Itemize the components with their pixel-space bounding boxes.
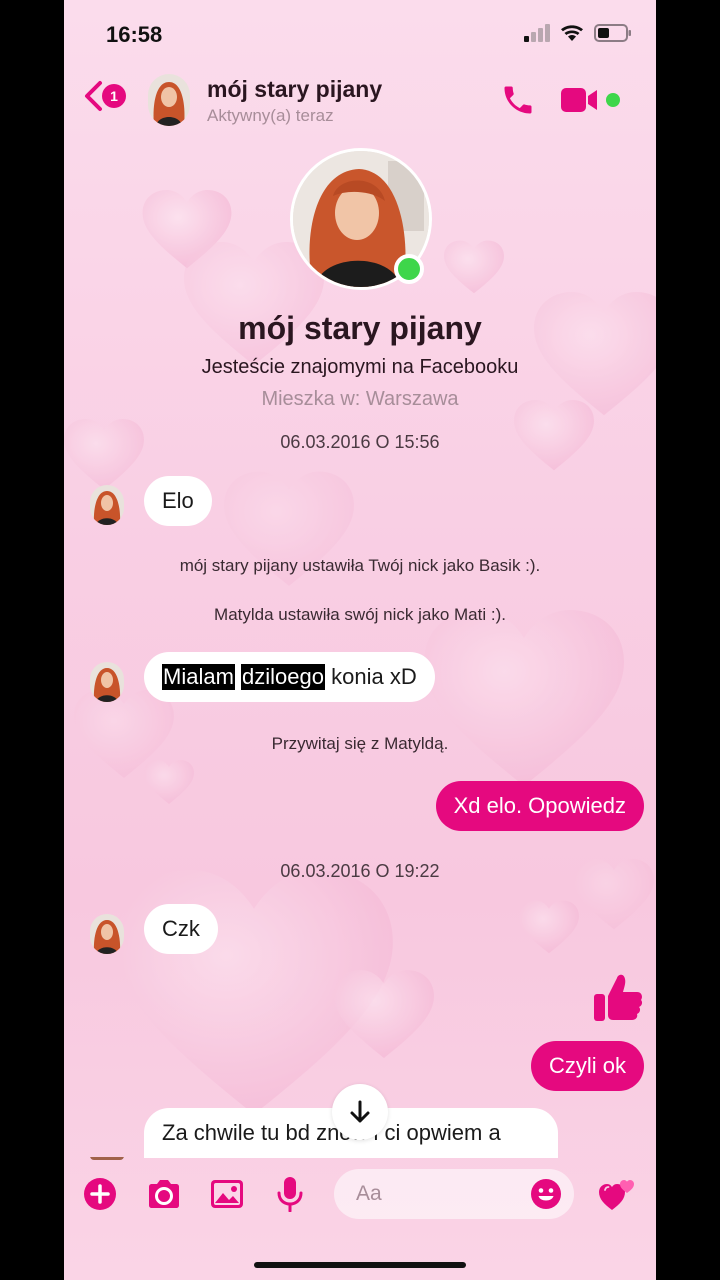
message-incoming[interactable]: Czk bbox=[144, 904, 218, 954]
avatar[interactable] bbox=[90, 1152, 124, 1160]
timestamp: 06.03.2016 O 15:56 bbox=[280, 432, 440, 452]
back-chevron-icon bbox=[85, 81, 102, 111]
status-bar: 16:58 bbox=[64, 0, 656, 70]
thumbs-up-icon bbox=[594, 974, 643, 1021]
system-message: mój stary pijany ustawiła Twój nick jako… bbox=[179, 556, 541, 575]
profile-online-indicator bbox=[394, 254, 424, 284]
phone-icon bbox=[504, 86, 532, 114]
voice-message-button[interactable] bbox=[270, 1174, 310, 1214]
quick-reaction-button[interactable] bbox=[598, 1176, 636, 1217]
contact-status: Aktywny(a) teraz bbox=[207, 106, 334, 125]
composer bbox=[64, 1160, 656, 1230]
message-incoming[interactable]: Elo bbox=[144, 476, 212, 526]
profile-city-line: Mieszka w: Warszawa bbox=[261, 388, 459, 410]
gallery-button[interactable] bbox=[207, 1174, 247, 1214]
status-icons bbox=[524, 24, 632, 42]
profile-friends-line: Jesteście znajomymi na Facebooku bbox=[201, 356, 519, 378]
home-indicator bbox=[254, 1262, 466, 1268]
message-text: konia xD bbox=[331, 664, 417, 689]
back-button[interactable]: 1 bbox=[82, 80, 126, 112]
emoji-button[interactable] bbox=[530, 1178, 562, 1215]
video-camera-icon bbox=[561, 88, 597, 112]
system-message: Matylda ustawiła swój nick jako Mati :). bbox=[214, 605, 506, 624]
status-time: 16:58 bbox=[106, 22, 163, 47]
hearts-icon bbox=[599, 1180, 634, 1210]
camera-icon bbox=[149, 1180, 179, 1208]
phone-screen: 16:58 1 mój stary pijany Aktywny(a) tera… bbox=[64, 0, 656, 1280]
highlighted-word: Mialam bbox=[162, 664, 235, 690]
microphone-icon bbox=[277, 1177, 303, 1212]
plus-icon bbox=[84, 1178, 116, 1210]
profile-name: mój stary pijany bbox=[238, 310, 482, 346]
system-message: Przywitaj się z Matyldą. bbox=[271, 734, 449, 753]
battery-icon bbox=[594, 24, 631, 42]
avatar[interactable] bbox=[90, 914, 124, 954]
message-incoming[interactable]: Mialam dziloego konia xD bbox=[144, 652, 435, 702]
avatar[interactable] bbox=[90, 662, 124, 702]
audio-call-button[interactable] bbox=[500, 82, 536, 123]
arrow-down-icon bbox=[350, 1100, 370, 1123]
contact-name[interactable]: mój stary pijany bbox=[207, 76, 382, 103]
message-outgoing[interactable]: Czyli ok bbox=[530, 1041, 644, 1091]
unread-badge: 1 bbox=[102, 84, 126, 108]
more-actions-button[interactable] bbox=[80, 1174, 120, 1214]
active-indicator bbox=[606, 93, 620, 107]
video-call-button[interactable] bbox=[560, 86, 600, 119]
camera-button[interactable] bbox=[144, 1174, 184, 1214]
chat-header: 1 mój stary pijany Aktywny(a) teraz bbox=[64, 70, 656, 134]
scroll-to-bottom-button[interactable] bbox=[332, 1084, 388, 1140]
emoji-icon bbox=[531, 1179, 561, 1209]
signal-icon bbox=[524, 24, 550, 42]
like-message[interactable] bbox=[592, 970, 644, 1029]
avatar[interactable] bbox=[90, 485, 124, 525]
message-outgoing[interactable]: Xd elo. Opowiedz bbox=[435, 781, 644, 831]
highlighted-word: dziloego bbox=[241, 664, 325, 690]
timestamp: 06.03.2016 O 19:22 bbox=[280, 861, 440, 881]
avatar[interactable] bbox=[148, 74, 190, 126]
image-icon bbox=[211, 1180, 243, 1208]
wifi-icon bbox=[561, 25, 583, 41]
